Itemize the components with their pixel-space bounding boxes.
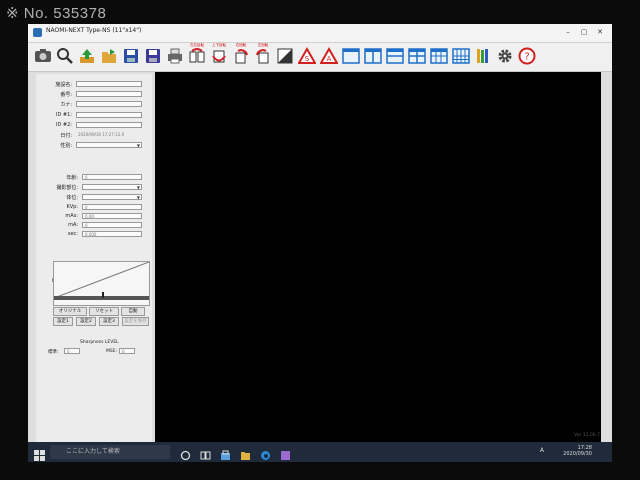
camera-icon[interactable] — [34, 47, 52, 65]
monitor-screen: NAOMI-NEXT Type-NS (11"x14") – ▢ ✕ 左右反転 — [28, 24, 612, 462]
sec-field[interactable]: 0.000 — [82, 231, 142, 237]
mse-stepper[interactable]: 0 — [119, 348, 135, 354]
print-icon[interactable] — [166, 47, 184, 65]
language-indicator[interactable]: A — [540, 448, 544, 454]
taskbar-search-placeholder: ここに入力して検索 — [66, 448, 120, 455]
id1-label: ID #1: — [56, 112, 72, 118]
preset3-button[interactable]: 設定3 — [99, 317, 119, 326]
layout-3-icon[interactable] — [386, 47, 404, 65]
sex-select[interactable]: ▼ — [76, 142, 142, 148]
chevron-down-icon: ▼ — [136, 185, 140, 190]
mas-label: mAs: — [65, 213, 78, 219]
warning-triangle-2-icon[interactable]: A — [320, 47, 338, 65]
minimize-button[interactable]: – — [562, 26, 574, 38]
id1-field[interactable] — [76, 112, 142, 118]
save-icon[interactable] — [122, 47, 140, 65]
cortana-icon[interactable] — [180, 446, 191, 461]
svg-text:?: ? — [524, 52, 529, 63]
layout-5-icon[interactable] — [430, 47, 448, 65]
id2-field[interactable] — [76, 122, 142, 128]
number-field[interactable] — [76, 91, 142, 97]
task-view-icon[interactable] — [200, 446, 211, 460]
number-label: 番号: — [60, 92, 72, 98]
image-viewer[interactable] — [155, 72, 601, 452]
sex-label: 性別: — [60, 143, 72, 149]
ma-label: mA: — [68, 222, 78, 228]
svg-text:A: A — [327, 55, 332, 63]
flip-horizontal-icon[interactable] — [188, 47, 206, 65]
layout-4-icon[interactable] — [408, 47, 426, 65]
layout-1-icon[interactable] — [342, 47, 360, 65]
invert-icon[interactable] — [276, 47, 294, 65]
rotate-right-icon[interactable] — [232, 47, 250, 65]
auto-button[interactable]: 自動 — [121, 307, 145, 316]
ma-field[interactable]: 0 — [82, 222, 142, 228]
kvp-label: KVp: — [66, 204, 78, 210]
svg-text:S: S — [305, 55, 310, 63]
body-part-select[interactable]: ▼ — [82, 184, 142, 190]
app-icon — [33, 28, 42, 37]
kvp-field[interactable]: 0 — [82, 204, 142, 210]
sharpness-title: Sharpness LEVEL — [80, 340, 119, 345]
layout-2-icon[interactable] — [364, 47, 382, 65]
help-icon[interactable]: ? — [518, 47, 536, 65]
reset-button[interactable]: リセット — [89, 307, 119, 316]
facility-label: 施設名: — [55, 82, 72, 88]
toolbar: 左右反転 上下反転 右回転 左回転 S A ? — [28, 43, 612, 72]
mse-label: MSE: — [106, 349, 118, 354]
save-preset-button[interactable]: 設定を保存 — [122, 317, 149, 326]
chevron-down-icon: ▼ — [136, 195, 140, 200]
preset2-button[interactable]: 設定2 — [76, 317, 96, 326]
clock-date[interactable]: 2020/09/30 — [563, 451, 592, 457]
age-label: 年齢: — [66, 175, 78, 181]
save-as-icon[interactable] — [144, 47, 162, 65]
original-button[interactable]: オリジナル — [53, 307, 87, 316]
id2-label: ID #2: — [56, 122, 72, 128]
system-tray: A 17:28 2020/09/30 — [540, 445, 592, 457]
edge-browser-icon[interactable] — [260, 446, 271, 460]
library-icon[interactable] — [474, 47, 492, 65]
position-select[interactable]: ▼ — [82, 194, 142, 200]
preset1-button[interactable]: 設定1 — [53, 317, 73, 326]
sec-label: sec: — [67, 231, 78, 237]
maximize-button[interactable]: ▢ — [578, 26, 590, 38]
layout-6-icon[interactable] — [452, 47, 470, 65]
windows-start-icon[interactable] — [34, 446, 45, 461]
naomi-app-taskbar-icon[interactable] — [280, 446, 291, 460]
folder-open-icon[interactable] — [100, 47, 118, 65]
histogram-graph[interactable] — [53, 261, 150, 306]
store-icon[interactable] — [220, 446, 231, 460]
magnifier-icon[interactable] — [56, 47, 74, 65]
version-text: Ver 11.00.7 — [574, 433, 600, 438]
kana-label: カナ: — [60, 102, 72, 108]
watermark-text: ※ No. 535378 — [6, 5, 107, 22]
taskbar-search-input[interactable]: ここに入力して検索 — [50, 445, 170, 459]
mas-field[interactable]: 0.00 — [82, 213, 142, 219]
date-field: 2020/09/30 17:27:12.0 — [78, 132, 125, 137]
standard-stepper[interactable]: 0 — [64, 348, 80, 354]
upload-icon[interactable] — [78, 47, 96, 65]
flip-vertical-icon[interactable] — [210, 47, 228, 65]
position-label: 体位: — [66, 195, 78, 201]
warning-triangle-icon[interactable]: S — [298, 47, 316, 65]
title-bar: NAOMI-NEXT Type-NS (11"x14") – ▢ ✕ — [28, 24, 612, 43]
window-title: NAOMI-NEXT Type-NS (11"x14") — [46, 27, 142, 34]
standard-label: 標準: — [48, 350, 59, 355]
close-button[interactable]: ✕ — [594, 26, 606, 38]
chevron-down-icon: ▼ — [136, 143, 140, 148]
body-part-label: 撮影部位: — [56, 185, 78, 191]
age-field[interactable]: 0 — [82, 174, 142, 180]
file-explorer-icon[interactable] — [240, 446, 251, 460]
facility-field[interactable] — [76, 81, 142, 87]
gear-icon[interactable] — [496, 47, 514, 65]
date-label: 日付: — [60, 133, 72, 139]
taskbar: ここに入力して検索 A 17:28 2020/09/30 — [28, 442, 612, 462]
kana-field[interactable] — [76, 101, 142, 107]
rotate-left-icon[interactable] — [254, 47, 272, 65]
